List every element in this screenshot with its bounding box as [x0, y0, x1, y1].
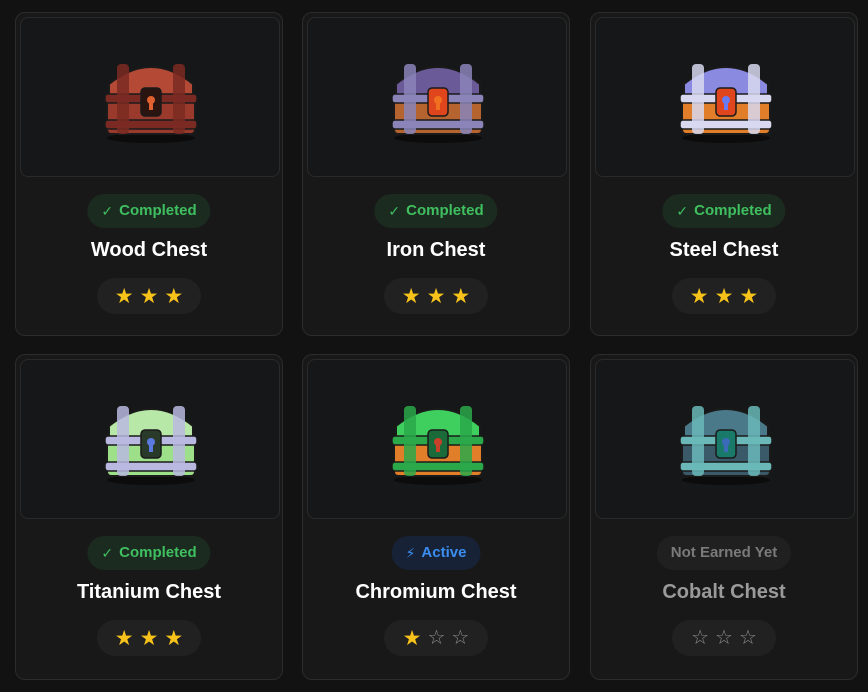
chest-image-frame: [595, 17, 855, 177]
chest-card-chromium[interactable]: ⚡ Active Chromium Chest ★ ☆ ☆: [302, 354, 570, 680]
status-badge: ✓ Completed: [87, 536, 211, 570]
lightning-icon: ⚡: [405, 545, 416, 561]
star-filled-icon: ★: [426, 284, 446, 308]
status-label: Not Earned Yet: [670, 544, 778, 561]
chest-image-frame: [20, 17, 280, 177]
star-filled-icon: ★: [402, 626, 422, 650]
chest-title: Chromium Chest: [355, 581, 517, 603]
chest-title: Cobalt Chest: [662, 581, 786, 603]
chest-card-wood[interactable]: ✓ Completed Wood Chest ★ ★ ★: [15, 12, 283, 336]
chest-title: Titanium Chest: [76, 581, 222, 603]
status-label: Completed: [406, 202, 484, 219]
status-label: Completed: [119, 544, 197, 561]
star-rating: ★ ★ ★: [384, 278, 488, 314]
star-filled-icon: ★: [114, 626, 134, 650]
star-empty-icon: ☆: [427, 627, 446, 649]
chest-card-cobalt[interactable]: Not Earned Yet Cobalt Chest ☆ ☆ ☆: [590, 354, 858, 680]
star-rating: ★ ★ ★: [97, 278, 201, 314]
star-filled-icon: ★: [114, 284, 134, 308]
chest-image-frame: [307, 17, 567, 177]
star-filled-icon: ★: [451, 284, 471, 308]
star-empty-icon: ☆: [715, 627, 733, 649]
chest-image-frame: [307, 359, 567, 519]
star-empty-icon: ☆: [691, 627, 710, 649]
chest-card-titanium[interactable]: ✓ Completed Titanium Chest ★ ★ ★: [15, 354, 283, 680]
status-badge: ✓ Completed: [662, 194, 786, 228]
star-rating: ★ ☆ ☆: [384, 620, 488, 656]
star-filled-icon: ★: [139, 626, 159, 650]
status-label: Active: [421, 544, 467, 561]
chest-image-frame: [20, 359, 280, 519]
star-filled-icon: ★: [164, 284, 184, 308]
status-badge: ⚡ Active: [391, 536, 481, 570]
check-icon: ✓: [101, 545, 114, 561]
star-rating: ★ ★ ★: [97, 620, 201, 656]
star-filled-icon: ★: [401, 284, 421, 308]
status-badge: ✓ Completed: [87, 194, 211, 228]
status-badge: Not Earned Yet: [656, 536, 792, 570]
star-filled-icon: ★: [164, 626, 184, 650]
star-filled-icon: ★: [139, 284, 159, 308]
status-label: Completed: [694, 202, 772, 219]
star-empty-icon: ☆: [451, 627, 470, 649]
star-empty-icon: ☆: [738, 627, 757, 649]
chest-card-steel[interactable]: ✓ Completed Steel Chest ★ ★ ★: [590, 12, 858, 336]
chest-title: Iron Chest: [386, 239, 486, 261]
chest-card-iron[interactable]: ✓ Completed Iron Chest ★ ★ ★: [302, 12, 570, 336]
status-label: Completed: [119, 202, 197, 219]
check-icon: ✓: [388, 203, 401, 219]
chest-image-frame: [595, 359, 855, 519]
star-filled-icon: ★: [739, 284, 759, 308]
chest-grid: ✓ Completed Wood Chest ★ ★ ★ ✓ Completed Iro…: [0, 0, 868, 692]
status-badge: ✓ Completed: [374, 194, 498, 228]
star-rating: ☆ ☆ ☆: [672, 620, 776, 656]
check-icon: ✓: [101, 203, 114, 219]
chest-title: Wood Chest: [90, 239, 208, 261]
star-filled-icon: ★: [714, 284, 734, 308]
star-filled-icon: ★: [689, 284, 709, 308]
chest-title: Steel Chest: [669, 239, 779, 261]
star-rating: ★ ★ ★: [672, 278, 776, 314]
check-icon: ✓: [676, 203, 689, 219]
